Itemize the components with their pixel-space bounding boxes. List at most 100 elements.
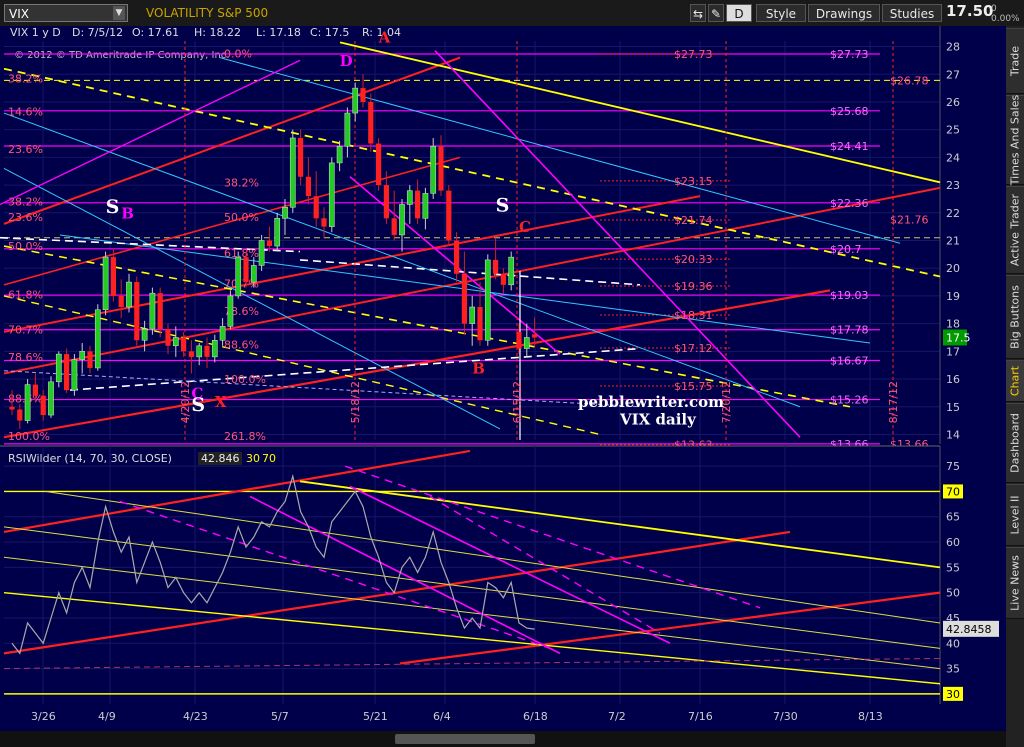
fib-label: 38.2%: [224, 176, 259, 189]
drawings-label: Drawings: [815, 7, 873, 21]
candle-body: [289, 137, 296, 208]
fib-label: 261.8%: [224, 430, 266, 443]
y-tick-label: 16: [946, 373, 960, 386]
candle-body: [516, 331, 522, 349]
candle-body: [196, 345, 203, 358]
x-tick-label: 4/23: [183, 710, 208, 723]
drawings-button[interactable]: Drawings: [808, 4, 880, 22]
y-tick-label: 50: [946, 587, 960, 600]
candle-body: [64, 354, 70, 391]
sidebar-tab-big-buttons[interactable]: Big Buttons: [1006, 275, 1024, 359]
candle-body: [298, 137, 304, 177]
candle-body: [94, 309, 101, 369]
ohlc-low: L: 17.18: [256, 26, 301, 39]
candle-body: [165, 329, 171, 346]
symbol-description: VOLATILITY S&P 500: [146, 6, 269, 20]
pattern-label: B: [472, 360, 485, 378]
candle-body: [532, 334, 538, 338]
candle-body: [134, 282, 140, 341]
last-price: 17.50: [946, 2, 994, 20]
candle-body: [446, 190, 452, 241]
candle-body: [430, 146, 437, 194]
chart-area[interactable]: 14 15 16 17 18 19 20 21 22 23 24 25 26 27 28 VIX 1 y D D…: [0, 26, 1006, 731]
candle-body: [469, 306, 476, 324]
candle-body: [141, 328, 148, 341]
fib-label: 100.0%: [8, 430, 50, 443]
candle-body: [274, 218, 281, 247]
link-icon[interactable]: ⇆: [690, 4, 706, 22]
candle-body: [211, 340, 218, 358]
level-tag: 70: [946, 485, 960, 498]
date-label: 8/17/12: [887, 381, 900, 423]
y-tick-label: 18: [946, 318, 960, 331]
sidebar-tab-label: Times And Sales: [1008, 94, 1022, 186]
y-tick-label: 22: [946, 207, 960, 220]
ohlc-high: H: 18.22: [194, 26, 241, 39]
y-tick-label: 21: [946, 235, 960, 248]
pattern-label: D: [340, 52, 353, 70]
candle-body: [204, 345, 210, 357]
candle-body: [118, 295, 124, 307]
candle-body: [438, 146, 444, 191]
sidebar-tab-trade[interactable]: Trade: [1006, 28, 1024, 94]
fib-label: 50.0%: [224, 211, 259, 224]
candle-body: [157, 293, 163, 330]
watermark: pebblewriter.com: [578, 393, 724, 411]
tools-icon[interactable]: ✎: [708, 4, 724, 22]
candle-body: [484, 259, 491, 341]
candle-body: [32, 384, 38, 396]
candle-body: [422, 193, 429, 219]
candle-body: [48, 381, 54, 416]
candle-body: [406, 190, 413, 205]
rsi-header: RSIWilder (14, 70, 30, CLOSE): [8, 452, 172, 465]
fib-label: 38.2%: [8, 196, 43, 209]
chevron-down-icon[interactable]: ▼: [113, 6, 125, 20]
change-percent: 0.00%: [991, 14, 1020, 24]
symbol-input[interactable]: VIX ▼: [4, 4, 128, 22]
y-tick-label: 19: [946, 290, 960, 303]
candle-body: [415, 190, 421, 219]
change-readout: 0 0.00%: [991, 4, 1020, 24]
sidebar-tab-level-ii[interactable]: Level II: [1006, 484, 1024, 546]
y-tick-label: 40: [946, 637, 960, 650]
sidebar-tab-chart[interactable]: Chart: [1006, 360, 1024, 402]
pattern-label: A: [378, 28, 391, 46]
candle-body: [71, 359, 78, 391]
y-tick-label: 15: [946, 401, 960, 414]
candle-body: [243, 257, 249, 283]
fib-label: 50.0%: [8, 240, 43, 253]
y-tick-label: 35: [946, 663, 960, 676]
sidebar-tab-active-trader[interactable]: Active Trader: [1006, 186, 1024, 274]
sidebar-tab-dashboard[interactable]: Dashboard: [1006, 403, 1024, 483]
x-tick-label: 5/21: [363, 710, 388, 723]
pattern-label: C: [519, 218, 531, 236]
fib-label: 14.6%: [8, 106, 43, 119]
period-button[interactable]: D: [726, 4, 752, 22]
toolbar: VIX ▼ VOLATILITY S&P 500 ⇆ ✎ D Style Dra…: [0, 0, 1024, 27]
change-value: 0: [991, 4, 997, 14]
y-tick-label: 25: [946, 124, 960, 137]
candle-body: [266, 240, 272, 247]
sidebar-tab-live-news[interactable]: Live News: [1006, 547, 1024, 619]
sidebar-tab-times-and-sales[interactable]: Times And Sales: [1006, 95, 1024, 185]
scroll-thumb[interactable]: [395, 734, 535, 744]
level-label: $27.73: [674, 48, 713, 61]
style-button[interactable]: Style: [756, 4, 806, 22]
fib-label: 78.6%: [8, 351, 43, 364]
level-label: $15.26: [830, 394, 869, 407]
candle-body: [344, 112, 351, 147]
horizontal-scrollbar[interactable]: [0, 731, 1006, 747]
level-label: $16.67: [830, 354, 869, 367]
candle-body: [40, 395, 46, 416]
x-tick-label: 7/30: [773, 710, 798, 723]
candle-body: [508, 256, 515, 286]
candle-body: [352, 87, 359, 114]
level-label: $19.36: [674, 280, 713, 293]
studies-button[interactable]: Studies: [882, 4, 942, 22]
y-tick-label: 17: [946, 345, 960, 358]
x-tick-label: 7/16: [688, 710, 713, 723]
level-label: $24.41: [830, 140, 869, 153]
candle-body: [313, 196, 319, 219]
date-label: 5/18/12: [349, 381, 362, 423]
candle-body: [55, 353, 62, 383]
